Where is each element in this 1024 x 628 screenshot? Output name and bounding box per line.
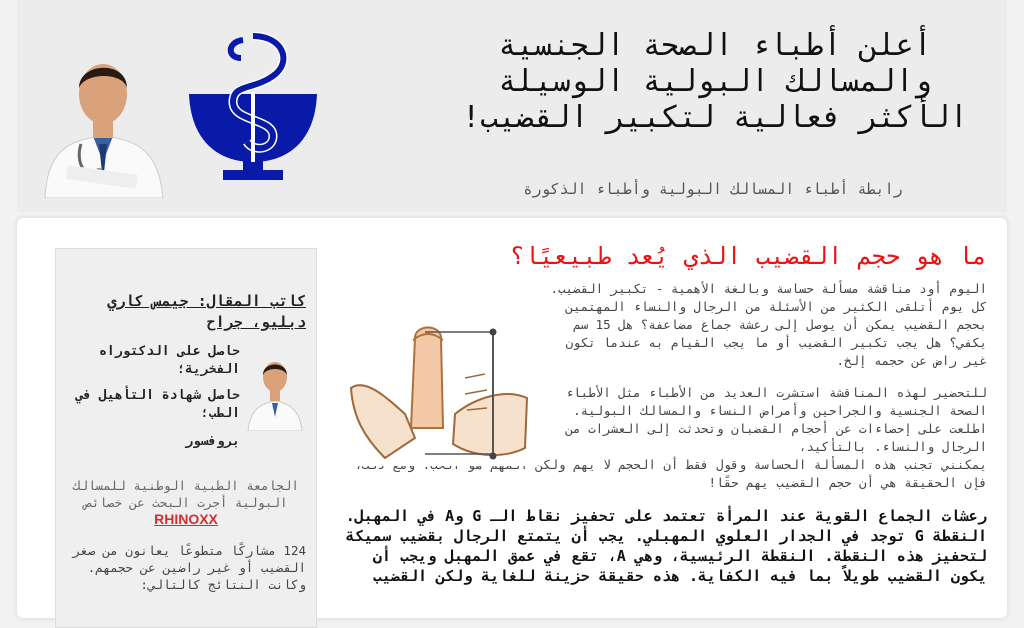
paragraph-research-wrapped: للتحضير لهذه المناقشة استشرت العديد من ا… <box>565 385 987 454</box>
institution-text: الجامعة الطبية الوطنية للمسالك البولية أ… <box>73 478 299 510</box>
site-title: أعلن أطباء الصحة الجنسية والمسالك البولي… <box>462 28 968 135</box>
article-title: ما هو حجم القضيب الذي يُعد طبيعيًا؟ <box>510 242 987 270</box>
credential-doctorate: حاصل على الدكتوراه الفخرية؛ <box>99 344 240 377</box>
paragraph-gspot: رعشات الجماع القوية عند المرأة تعتمد على… <box>345 507 987 585</box>
doctor-photo <box>37 32 169 198</box>
author-photo <box>244 349 306 431</box>
credential-qualification: حاصل شهادة التأهيل في الطب؛ <box>75 388 240 421</box>
paragraph-intro: اليوم أود مناقشة مسألة حساسة وبالغة الأه… <box>550 281 988 368</box>
brand-link[interactable]: RHINOXX <box>154 511 218 527</box>
institution-note: الجامعة الطبية الوطنية للمسالك البولية أ… <box>66 477 306 528</box>
article-card: كاتب المقال: جيمس كاري دبليو، جراح حاصل … <box>17 218 1007 628</box>
site-header: أعلن أطباء الصحة الجنسية والمسالك البولي… <box>17 0 1007 212</box>
credential-professor: بروفسور <box>185 434 240 449</box>
author-sidebar: كاتب المقال: جيمس كاري دبليو، جراح حاصل … <box>55 248 317 628</box>
site-subtitle: رابطة أطباء المسالك البولية وأطباء الذكو… <box>523 180 903 198</box>
author-title-link[interactable]: كاتب المقال: جيمس كاري دبليو، جراح <box>66 291 306 333</box>
study-stat: 124 مشاركًا متطوعًا يعانون من صغر القضيب… <box>72 543 306 592</box>
measuring-illustration <box>345 318 535 466</box>
pharmacy-snake-bowl-logo <box>189 32 317 180</box>
author-info: حاصل على الدكتوراه الفخرية؛ حاصل شهادة ا… <box>66 343 306 449</box>
article-body: ما هو حجم القضيب الذي يُعد طبيعيًا؟ اليو… <box>345 238 987 586</box>
